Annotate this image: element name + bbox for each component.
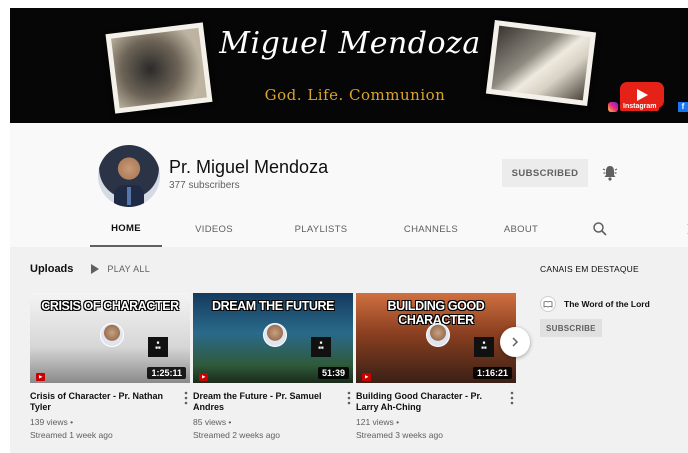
channel-header: Pr. Miguel Mendoza 377 subscribers SUBSC… bbox=[10, 123, 688, 247]
more-options-icon[interactable] bbox=[184, 391, 188, 405]
banner-subtitle: God. Life. Communion bbox=[264, 86, 446, 104]
tab-channels[interactable]: CHANNELS bbox=[386, 211, 476, 247]
video-thumbnail[interactable]: CRISIS OF CHARACTER ■ ■■ ▶ 1:25:11 bbox=[30, 293, 190, 383]
video-duration: 51:39 bbox=[317, 367, 349, 379]
banner-photo-bible bbox=[485, 20, 597, 106]
video-card[interactable]: CRISIS OF CHARACTER ■ ■■ ▶ 1:25:11 Crisis… bbox=[30, 293, 190, 440]
channel-home-content: Uploads PLAY ALL CRISIS OF CHARACTER ■ ■■… bbox=[10, 247, 688, 453]
channel-watermark: ▶ bbox=[199, 373, 209, 381]
notification-bell-icon[interactable] bbox=[602, 164, 618, 182]
more-options-icon[interactable] bbox=[347, 391, 351, 405]
featured-channel-item[interactable]: The Word of the Lord bbox=[540, 296, 650, 312]
video-duration: 1:25:11 bbox=[147, 367, 186, 379]
subscribed-button[interactable]: SUBSCRIBED bbox=[502, 159, 588, 187]
event-badge: ■ ■■ bbox=[474, 337, 494, 357]
book-icon bbox=[543, 301, 553, 308]
thumbnail-title: CRISIS OF CHARACTER bbox=[41, 299, 179, 313]
tab-playlists[interactable]: PLAYLISTS bbox=[276, 211, 366, 247]
featured-subscribe-button[interactable]: SUBSCRIBE bbox=[540, 319, 602, 337]
video-date: Streamed 2 weeks ago bbox=[193, 430, 280, 440]
event-badge: ■ ■■ bbox=[311, 337, 331, 357]
channel-name: Pr. Miguel Mendoza bbox=[169, 157, 329, 177]
video-thumbnail[interactable]: BUILDING GOOD CHARACTER ■ ■■ ▶ 1:16:21 bbox=[356, 293, 516, 383]
instagram-icon[interactable] bbox=[608, 102, 618, 112]
speaker-photo bbox=[100, 323, 124, 347]
featured-channel-name[interactable]: The Word of the Lord bbox=[564, 299, 650, 309]
channel-watermark: ▶ bbox=[36, 373, 46, 381]
video-date: Streamed 1 week ago bbox=[30, 430, 113, 440]
video-views: 121 views • bbox=[356, 417, 400, 427]
more-options-icon[interactable] bbox=[510, 391, 514, 405]
search-icon[interactable] bbox=[592, 221, 608, 237]
play-all-button[interactable]: PLAY ALL bbox=[107, 264, 150, 274]
event-badge: ■ ■■ bbox=[148, 337, 168, 357]
featured-channels-heading: CANAIS EM DESTAQUE bbox=[540, 264, 639, 274]
speaker-photo bbox=[263, 323, 287, 347]
video-date: Streamed 3 weeks ago bbox=[356, 430, 443, 440]
thumbnail-title: DREAM THE FUTURE bbox=[211, 299, 335, 313]
tab-home[interactable]: HOME bbox=[90, 211, 162, 247]
video-card[interactable]: DREAM THE FUTURE ■ ■■ ▶ 51:39 Dream the F… bbox=[193, 293, 353, 440]
video-duration: 1:16:21 bbox=[472, 367, 512, 379]
channel-tabs: HOME VIDEOS PLAYLISTS CHANNELS ABOUT bbox=[90, 211, 688, 247]
play-icon[interactable] bbox=[91, 264, 100, 274]
tab-videos[interactable]: VIDEOS bbox=[178, 211, 250, 247]
speaker-photo bbox=[426, 323, 450, 347]
video-views: 85 views • bbox=[193, 417, 232, 427]
chevron-right-icon bbox=[512, 337, 519, 347]
channel-watermark: ▶ bbox=[362, 373, 372, 381]
facebook-icon[interactable]: f bbox=[678, 102, 688, 112]
channel-banner: Miguel Mendoza God. Life. Communion Inst… bbox=[10, 8, 688, 123]
video-title[interactable]: Crisis of Character - Pr. Nathan Tyler bbox=[30, 391, 170, 413]
video-thumbnail[interactable]: DREAM THE FUTURE ■ ■■ ▶ 51:39 bbox=[193, 293, 353, 383]
tab-about[interactable]: ABOUT bbox=[488, 211, 554, 247]
video-views: 139 views • bbox=[30, 417, 74, 427]
featured-channel-avatar[interactable] bbox=[540, 296, 556, 312]
video-title[interactable]: Building Good Character - Pr. Larry Ah-C… bbox=[356, 391, 496, 413]
uploads-shelf-header: Uploads PLAY ALL bbox=[30, 262, 150, 276]
shelf-next-button[interactable] bbox=[500, 327, 530, 357]
uploads-title[interactable]: Uploads bbox=[30, 263, 73, 275]
subscriber-count: 377 subscribers bbox=[169, 180, 240, 191]
channel-avatar[interactable] bbox=[98, 145, 160, 207]
banner-title: Miguel Mendoza bbox=[219, 26, 481, 61]
video-title[interactable]: Dream the Future - Pr. Samuel Andres bbox=[193, 391, 333, 413]
banner-photo-left bbox=[105, 22, 213, 114]
video-card[interactable]: BUILDING GOOD CHARACTER ■ ■■ ▶ 1:16:21 Bu… bbox=[356, 293, 516, 440]
instagram-link[interactable]: Instagram bbox=[620, 102, 660, 111]
